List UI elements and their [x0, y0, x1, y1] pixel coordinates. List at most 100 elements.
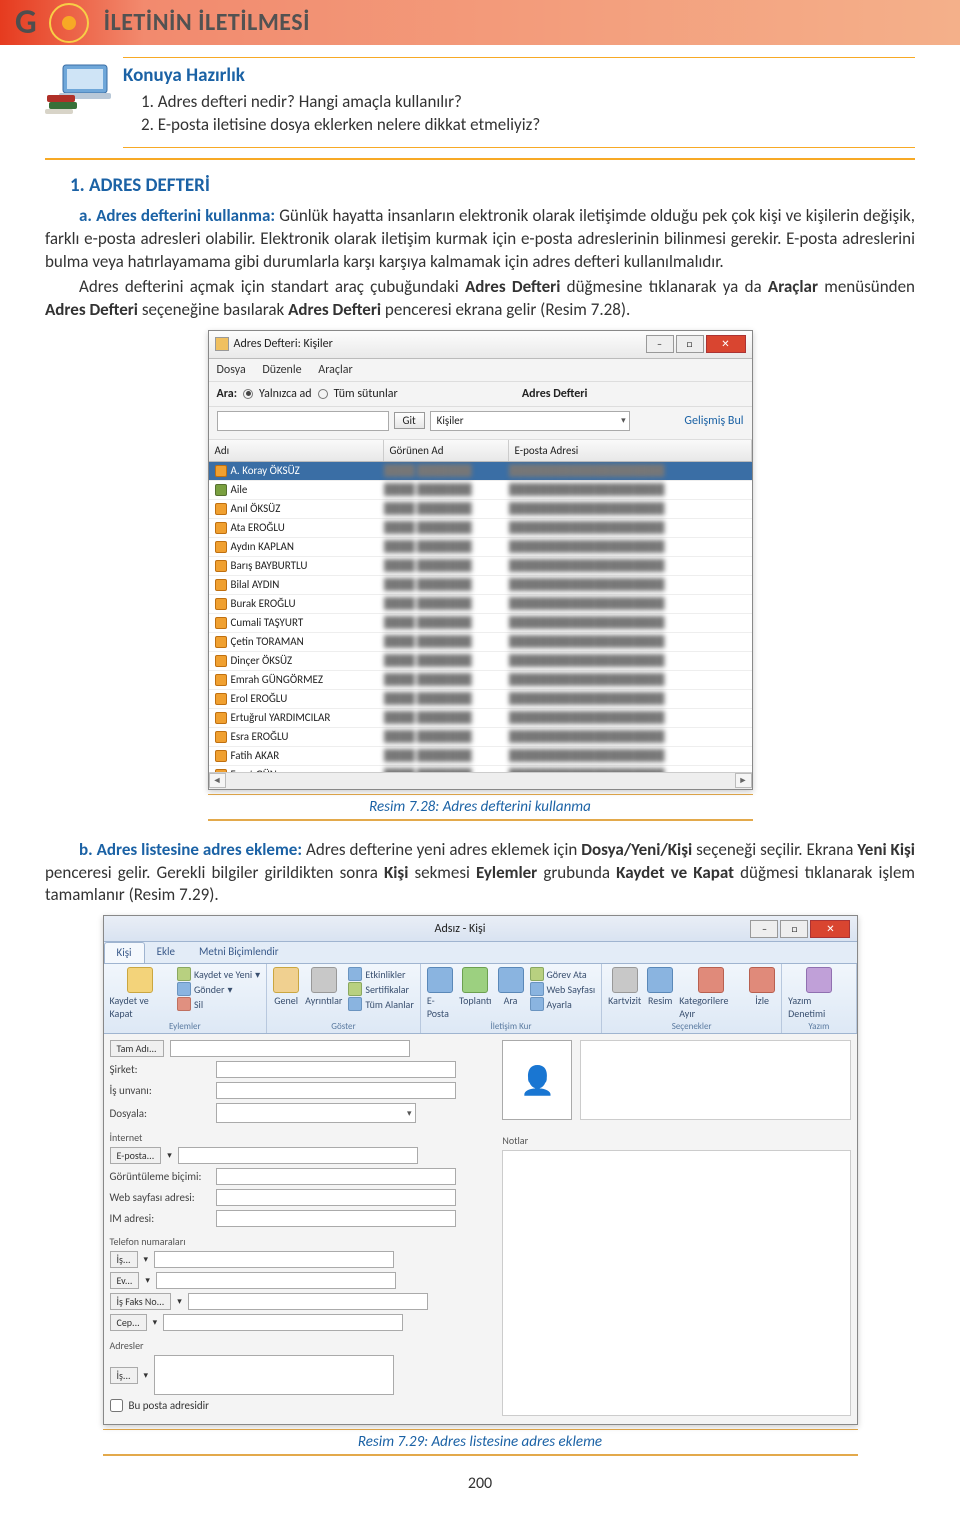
follow-up-button[interactable]: İzle [749, 967, 775, 1007]
categorize-button[interactable]: Kategorilere Ayır [679, 967, 743, 1020]
menu-dosya[interactable]: Dosya [217, 363, 246, 377]
display-as-input[interactable] [216, 1168, 456, 1185]
activities-button[interactable]: Etkinlikler [348, 967, 413, 981]
notes-textarea[interactable] [502, 1150, 850, 1416]
file-as-combo[interactable] [216, 1103, 416, 1123]
chapter-bullet-icon [49, 3, 89, 43]
table-row[interactable]: Emrah GÜNGÖRMEZ████ ████████████████████… [209, 671, 752, 690]
home-phone-button[interactable]: Ev... [110, 1272, 140, 1289]
full-name-input[interactable] [170, 1040, 410, 1057]
table-row[interactable]: Ferat GÜN████ ██████████████████████████… [209, 766, 752, 772]
person-icon [215, 560, 227, 572]
radio-all-columns-label: Tüm sütunlar [334, 387, 398, 401]
search-input[interactable] [217, 411, 389, 431]
table-row[interactable]: Anıl ÖKSÜZ████ █████████████████████████… [209, 500, 752, 519]
tab-kisi[interactable]: Kişi [104, 942, 145, 963]
work-address-button[interactable]: İş... [110, 1367, 138, 1384]
maximize-button[interactable]: □ [780, 920, 808, 938]
email-field-button[interactable]: E-posta... [110, 1147, 162, 1164]
fax-button[interactable]: İş Faks No... [110, 1293, 172, 1310]
assign-task-button[interactable]: Görev Ata [530, 967, 596, 981]
horizontal-scrollbar[interactable]: ◄ ► [209, 772, 752, 789]
send-button[interactable]: Gönder ▾ [177, 982, 260, 996]
figure-caption-1: Resim 7.28: Adres defterini kullanma [208, 794, 753, 821]
company-input[interactable] [216, 1061, 456, 1078]
col-display[interactable]: Görünen Ad [384, 440, 509, 461]
ayarla-button[interactable]: Ayarla [530, 997, 596, 1011]
web-page-button[interactable]: Web Sayfası [530, 982, 596, 996]
picture-button[interactable]: Resim [647, 967, 673, 1007]
go-button[interactable]: Git [394, 412, 425, 429]
tab-metin[interactable]: Metni Biçimlendir [187, 942, 291, 963]
meeting-button[interactable]: Toplantı [459, 967, 491, 1007]
scroll-right-icon[interactable]: ► [735, 773, 752, 788]
ribbon-titlebar[interactable]: Adsız - Kişi – □ ✕ [104, 916, 857, 942]
details-button[interactable]: Ayrıntılar [305, 967, 342, 1007]
save-close-button[interactable]: Kaydet ve Kapat [110, 967, 171, 1020]
radio-name-only[interactable] [243, 389, 253, 399]
paragraph-a-2: Adres defterini açmak için standart araç… [45, 276, 915, 322]
photo-placeholder[interactable]: 👤 [502, 1040, 572, 1120]
table-row[interactable]: Cumali TAŞYURT████ █████████████████████… [209, 614, 752, 633]
contact-name: Ata EROĞLU [231, 521, 285, 534]
table-row[interactable]: Aile████ ███████████████████████████ [209, 481, 752, 500]
table-row[interactable]: Fatih AKAR████ █████████████████████████… [209, 747, 752, 766]
spellcheck-button[interactable]: Yazım Denetimi [788, 967, 849, 1020]
mailing-address-checkbox[interactable] [110, 1399, 123, 1412]
radio-all-columns[interactable] [318, 389, 328, 399]
scroll-left-icon[interactable]: ◄ [209, 773, 226, 788]
mobile-input[interactable] [163, 1314, 403, 1331]
call-button[interactable]: Ara [498, 967, 524, 1007]
table-row[interactable]: A. Koray ÖKSÜZ████ █████████████████████… [209, 462, 752, 481]
close-button[interactable]: ✕ [810, 920, 850, 938]
full-name-button[interactable]: Tam Adı... [110, 1040, 164, 1057]
contact-name: Bilal AYDIN [231, 578, 280, 591]
work-phone-input[interactable] [154, 1251, 394, 1268]
job-title-input[interactable] [216, 1082, 456, 1099]
col-email[interactable]: E-posta Adresi [509, 440, 752, 461]
advanced-find-link[interactable]: Gelişmiş Bul [684, 414, 743, 428]
email-cell: ████████████████████ [509, 540, 752, 553]
table-row[interactable]: Çetin TORAMAN████ ██████████████████████… [209, 633, 752, 652]
table-row[interactable]: Esra EROĞLU████ ████████████████████████… [209, 728, 752, 747]
im-address-input[interactable] [216, 1210, 456, 1227]
col-name[interactable]: Adı [209, 440, 384, 461]
business-card-button[interactable]: Kartvizit [608, 967, 641, 1007]
fax-input[interactable] [188, 1293, 428, 1310]
table-row[interactable]: Aydın KAPLAN████ ███████████████████████… [209, 538, 752, 557]
email-input[interactable] [178, 1147, 418, 1164]
window-titlebar[interactable]: Adres Defteri: Kişiler – □ ✕ [209, 331, 752, 359]
work-phone-button[interactable]: İş... [110, 1251, 138, 1268]
mobile-button[interactable]: Cep... [110, 1314, 147, 1331]
display-name-cell: ████ ███████ [384, 635, 509, 648]
chapter-header: G İLETİNİN İLETİLMESİ [0, 0, 960, 45]
person-icon [215, 674, 227, 686]
ab-label: Adres Defteri [522, 387, 588, 401]
general-button[interactable]: Genel [273, 967, 299, 1007]
table-row[interactable]: Dinçer ÖKSÜZ████ ███████████████████████… [209, 652, 752, 671]
save-new-button[interactable]: Kaydet ve Yeni ▾ [177, 967, 260, 981]
delete-button[interactable]: Sil [177, 997, 260, 1011]
tab-ekle[interactable]: Ekle [145, 942, 187, 963]
minimize-button[interactable]: – [750, 920, 778, 938]
table-row[interactable]: Erol EROĞLU████ ████████████████████████… [209, 690, 752, 709]
email-button[interactable]: E-Posta [427, 967, 453, 1020]
table-row[interactable]: Burak EROĞLU████ ███████████████████████… [209, 595, 752, 614]
address-input[interactable] [154, 1355, 394, 1395]
certificates-button[interactable]: Sertifikalar [348, 982, 413, 996]
minimize-button[interactable]: – [646, 335, 674, 353]
table-row[interactable]: Bilal AYDIN████ ████████████████████████… [209, 576, 752, 595]
home-phone-input[interactable] [156, 1272, 396, 1289]
all-fields-button[interactable]: Tüm Alanlar [348, 997, 413, 1011]
grid-body[interactable]: A. Koray ÖKSÜZ████ █████████████████████… [209, 462, 752, 772]
close-button[interactable]: ✕ [706, 335, 746, 353]
web-address-input[interactable] [216, 1189, 456, 1206]
table-row[interactable]: Barış BAYBURTLU████ ████████████████████… [209, 557, 752, 576]
table-row[interactable]: Ata EROĞLU████ █████████████████████████… [209, 519, 752, 538]
maximize-button[interactable]: □ [676, 335, 704, 353]
address-book-combo[interactable]: Kişiler [430, 411, 630, 431]
display-name-cell: ████ ███████ [384, 673, 509, 686]
table-row[interactable]: Ertuğrul YARDIMCILAR████ ███████████████… [209, 709, 752, 728]
menu-duzenle[interactable]: Düzenle [262, 363, 301, 377]
menu-araclar[interactable]: Araçlar [318, 363, 352, 377]
